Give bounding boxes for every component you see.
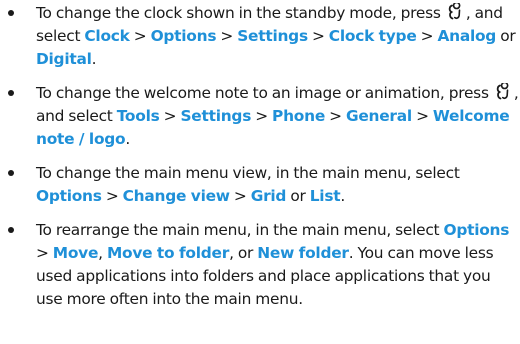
menu-item-digital: Digital <box>36 50 92 68</box>
path-separator: > <box>307 27 329 45</box>
tip-text: . <box>340 187 345 205</box>
menu-item-settings: Settings <box>237 27 308 45</box>
tip-text: To change the welcome note to an image o… <box>36 84 493 102</box>
menu-item-general: General <box>345 107 412 125</box>
tip-text: or <box>286 187 310 205</box>
menu-item-list: List <box>309 187 341 205</box>
menu-item-grid: Grid <box>250 187 287 205</box>
path-separator: > <box>159 107 181 125</box>
menu-item-analog: Analog <box>437 27 497 45</box>
menu-item-settings: Settings <box>180 107 252 125</box>
path-separator: > <box>229 187 251 205</box>
path-separator: > <box>101 187 123 205</box>
menu-item-change-view: Change view <box>122 187 230 205</box>
path-separator: > <box>325 107 346 125</box>
path-separator: > <box>36 244 53 262</box>
tip-text: To rearrange the main menu, in the main … <box>36 221 444 239</box>
tip-text: To change the clock shown in the standby… <box>36 4 445 22</box>
bullet <box>8 227 14 233</box>
menu-item-tools: Tools <box>116 107 160 125</box>
tip-text: , or <box>229 244 258 262</box>
path-separator: > <box>411 107 433 125</box>
menu-item-options: Options <box>150 27 217 45</box>
tip-text: , <box>98 244 107 262</box>
tip-text: To change the main menu view, in the mai… <box>36 164 460 182</box>
tip-text: . <box>91 50 97 68</box>
bullet <box>8 10 14 16</box>
menu-item-options: Options <box>36 187 102 205</box>
menu-item-options: Options <box>443 221 510 239</box>
tip-text: . <box>125 130 131 148</box>
menu-key-icon <box>448 3 461 20</box>
bullet <box>8 170 14 176</box>
tips-list: To change the clock shown in the standby… <box>0 0 520 322</box>
path-separator: > <box>251 107 273 125</box>
bullet <box>8 90 14 96</box>
menu-item-clock-type: Clock type <box>328 27 417 45</box>
menu-key-icon <box>496 83 509 100</box>
tip-main-menu-view: To change the main menu view, in the mai… <box>0 162 520 208</box>
menu-item-move: Move <box>52 244 99 262</box>
tip-text: or <box>496 27 516 45</box>
path-separator: > <box>129 27 151 45</box>
menu-item-move-to-folder: Move to folder <box>106 244 230 262</box>
tip-rearrange-menu: To rearrange the main menu, in the main … <box>0 219 520 311</box>
tip-clock-type: To change the clock shown in the standby… <box>0 2 520 71</box>
path-separator: > <box>216 27 238 45</box>
menu-item-new-folder: New folder <box>257 244 349 262</box>
tip-welcome-note: To change the welcome note to an image o… <box>0 82 520 151</box>
menu-item-clock: Clock <box>84 27 130 45</box>
path-separator: > <box>416 27 438 45</box>
menu-item-phone: Phone <box>272 107 326 125</box>
